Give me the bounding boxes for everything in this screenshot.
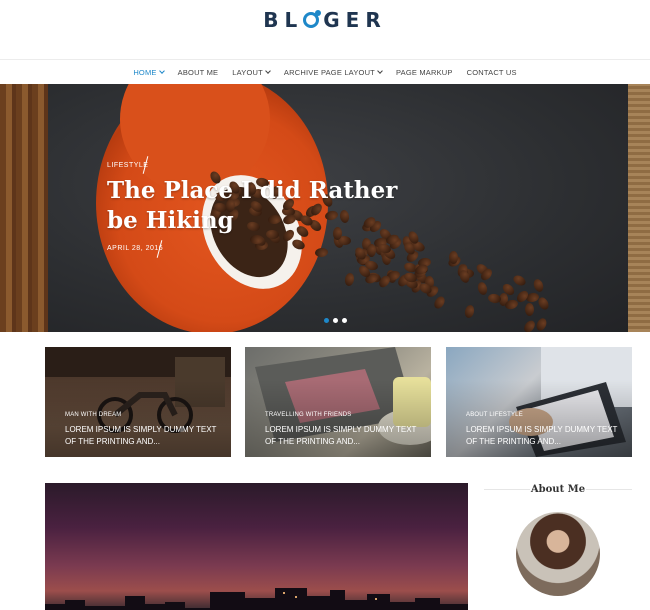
slider-dot[interactable] — [333, 318, 338, 323]
logo-ring-icon — [303, 10, 322, 28]
coffee-bean-image — [448, 250, 459, 264]
site-logo[interactable]: BL GER — [0, 8, 650, 32]
card-category[interactable]: ABOUT LIFESTYLE — [466, 412, 523, 418]
main-nav: HOME ABOUT ME LAYOUT ARCHIVE PAGE LAYOUT… — [0, 59, 650, 85]
card-category[interactable]: TRAVELLING WITH FRIENDS — [265, 412, 352, 418]
card-title[interactable]: LOREM IPSUM IS SIMPLY DUMMY TEXT OF THE … — [65, 424, 225, 448]
card-title[interactable]: LOREM IPSUM IS SIMPLY DUMMY TEXT OF THE … — [265, 424, 425, 448]
hero-title[interactable]: The Place I did Rather be Hiking — [107, 176, 417, 236]
hero-wood-background — [0, 84, 48, 332]
nav-item-label: LAYOUT — [232, 67, 263, 77]
hero-category[interactable]: LIFESTYLE — [107, 162, 148, 169]
nav-item-label: ABOUT ME — [177, 67, 219, 77]
sidebar-about-title: About Me — [530, 484, 586, 495]
hero-date: APRIL 28, 2016 — [107, 245, 164, 252]
nav-item-contact-us[interactable]: CONTACT US — [467, 68, 517, 77]
nav-item-label: HOME — [133, 67, 157, 77]
chevron-down-icon — [158, 67, 165, 74]
card-category[interactable]: MAN WITH DREAM — [65, 412, 121, 418]
chevron-down-icon — [265, 67, 271, 74]
nav-item-label: CONTACT US — [466, 67, 517, 77]
nav-item-home[interactable]: HOME — [133, 67, 165, 77]
city-skyline-image — [45, 588, 468, 610]
featured-post-image[interactable] — [45, 483, 468, 610]
slider-dot[interactable] — [324, 318, 329, 323]
logo-text-end: GER — [323, 8, 387, 32]
hero-burlap-background — [628, 84, 650, 332]
card-title[interactable]: LOREM IPSUM IS SIMPLY DUMMY TEXT OF THE … — [466, 424, 626, 448]
nav-item-page-markup[interactable]: PAGE MARKUP — [396, 68, 453, 77]
about-avatar — [516, 512, 600, 596]
slider-pagination — [324, 318, 347, 323]
nav-item-label: PAGE MARKUP — [395, 67, 453, 77]
chevron-down-icon — [377, 67, 383, 74]
nav-item-about-me[interactable]: ABOUT ME — [178, 68, 219, 77]
nav-item-label: ARCHIVE PAGE LAYOUT — [283, 67, 375, 77]
nav-item-layout[interactable]: LAYOUT — [232, 67, 271, 77]
slider-dot[interactable] — [342, 318, 347, 323]
logo-text-start: BL — [263, 8, 304, 32]
nav-item-archive-page-layout[interactable]: ARCHIVE PAGE LAYOUT — [283, 67, 383, 77]
